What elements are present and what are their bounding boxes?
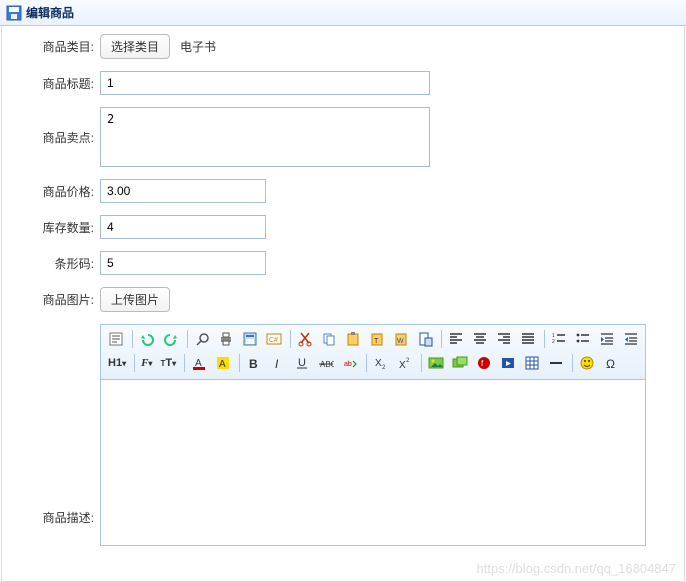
- hr-icon[interactable]: [545, 352, 567, 374]
- media-icon[interactable]: [497, 352, 519, 374]
- align-center-icon[interactable]: [469, 328, 491, 350]
- italic-icon[interactable]: I: [267, 352, 289, 374]
- title-label: 商品标题:: [10, 71, 100, 92]
- barcode-label: 条形码:: [10, 251, 100, 272]
- cut-icon[interactable]: [294, 328, 316, 350]
- abc-icon[interactable]: ab: [339, 352, 361, 374]
- toolbar-separator: [134, 354, 135, 372]
- underline-icon[interactable]: U: [291, 352, 313, 374]
- choose-category-button[interactable]: 选择类目: [100, 34, 170, 59]
- toolbar-separator: [187, 330, 188, 348]
- source-icon[interactable]: [105, 328, 127, 350]
- svg-text:A: A: [219, 359, 226, 370]
- row-desc: 商品描述: C#TW12 H1▾F▾TT▾AABIUABCabX2X2fΩ: [10, 324, 684, 546]
- row-sellpoint: 商品卖点:: [10, 107, 684, 167]
- toolbar-separator: [572, 354, 573, 372]
- price-label: 商品价格:: [10, 179, 100, 200]
- template-icon[interactable]: [239, 328, 261, 350]
- paste-word-icon[interactable]: W: [390, 328, 412, 350]
- unordered-list-icon[interactable]: [572, 328, 594, 350]
- row-price: 商品价格:: [10, 179, 684, 203]
- toolbar-separator: [184, 354, 185, 372]
- image-label: 商品图片:: [10, 287, 100, 308]
- paste-icon[interactable]: [342, 328, 364, 350]
- flash-icon[interactable]: f: [473, 352, 495, 374]
- row-image: 商品图片: 上传图片: [10, 287, 684, 312]
- toolbar-separator: [441, 330, 442, 348]
- bg-color-icon[interactable]: A: [212, 352, 234, 374]
- svg-text:I: I: [275, 357, 279, 371]
- copy-icon[interactable]: [318, 328, 340, 350]
- bold-icon[interactable]: B: [243, 352, 265, 374]
- special-char-icon[interactable]: Ω: [600, 352, 622, 374]
- row-title: 商品标题:: [10, 71, 684, 95]
- font-size-icon[interactable]: TT▾: [157, 352, 179, 374]
- sellpoint-label: 商品卖点:: [10, 107, 100, 146]
- svg-text:Ω: Ω: [606, 357, 615, 371]
- indent-icon[interactable]: [596, 328, 618, 350]
- heading-icon[interactable]: H1▾: [105, 352, 129, 374]
- undo-icon[interactable]: [136, 328, 158, 350]
- table-icon[interactable]: [521, 352, 543, 374]
- svg-text:X: X: [399, 360, 406, 371]
- svg-text:2: 2: [382, 365, 386, 371]
- toolbar-separator: [544, 330, 545, 348]
- row-stock: 库存数量:: [10, 215, 684, 239]
- toolbar-separator: [132, 330, 133, 348]
- sellpoint-textarea[interactable]: [100, 107, 430, 167]
- panel-header: 编辑商品: [0, 0, 686, 26]
- print-icon[interactable]: [215, 328, 237, 350]
- code-icon[interactable]: C#: [263, 328, 285, 350]
- toolbar-separator: [290, 330, 291, 348]
- align-justify-icon[interactable]: [517, 328, 539, 350]
- ordered-list-icon[interactable]: 12: [548, 328, 570, 350]
- row-barcode: 条形码:: [10, 251, 684, 275]
- upload-image-button[interactable]: 上传图片: [100, 287, 170, 312]
- barcode-input[interactable]: [100, 251, 266, 275]
- svg-text:ab: ab: [344, 361, 352, 368]
- rich-text-editor: C#TW12 H1▾F▾TT▾AABIUABCabX2X2fΩ: [100, 324, 646, 546]
- svg-text:C#: C#: [269, 337, 278, 344]
- preview-icon[interactable]: [191, 328, 213, 350]
- svg-text:X: X: [375, 358, 382, 369]
- panel-body: 商品类目: 选择类目 电子书 商品标题: 商品卖点: 商品价格: 库存数量: 条…: [1, 26, 685, 582]
- outdent-icon[interactable]: [620, 328, 642, 350]
- text-color-icon[interactable]: A: [188, 352, 210, 374]
- row-category: 商品类目: 选择类目 电子书: [10, 34, 684, 59]
- align-right-icon[interactable]: [493, 328, 515, 350]
- smiley-icon[interactable]: [576, 352, 598, 374]
- multi-picture-icon[interactable]: [449, 352, 471, 374]
- font-icon[interactable]: F▾: [138, 352, 155, 374]
- toolbar-separator: [239, 354, 240, 372]
- paste-text-icon[interactable]: T: [366, 328, 388, 350]
- svg-text:T: T: [374, 338, 379, 345]
- stock-input[interactable]: [100, 215, 266, 239]
- desc-label: 商品描述:: [10, 345, 100, 526]
- svg-text:W: W: [397, 338, 404, 345]
- editor-toolbar: C#TW12 H1▾F▾TT▾AABIUABCabX2X2fΩ: [101, 325, 645, 380]
- strike-icon[interactable]: ABC: [315, 352, 337, 374]
- watermark-text: https://blog.csdn.net/qq_16804847: [477, 561, 677, 576]
- svg-text:U: U: [298, 357, 306, 369]
- subscript-icon[interactable]: X2: [370, 352, 392, 374]
- panel-title: 编辑商品: [26, 4, 74, 21]
- align-left-icon[interactable]: [445, 328, 467, 350]
- price-input[interactable]: [100, 179, 266, 203]
- insert-file-icon[interactable]: [414, 328, 436, 350]
- stock-label: 库存数量:: [10, 215, 100, 236]
- superscript-icon[interactable]: X2: [394, 352, 416, 374]
- save-icon: [6, 5, 22, 21]
- title-input[interactable]: [100, 71, 430, 95]
- category-value: 电子书: [180, 38, 216, 55]
- toolbar-separator: [421, 354, 422, 372]
- category-label: 商品类目:: [10, 34, 100, 55]
- redo-icon[interactable]: [160, 328, 182, 350]
- editor-content-area[interactable]: [101, 380, 645, 545]
- svg-text:2: 2: [406, 358, 410, 364]
- svg-text:2: 2: [552, 339, 555, 345]
- toolbar-separator: [366, 354, 367, 372]
- picture-icon[interactable]: [425, 352, 447, 374]
- svg-text:B: B: [249, 357, 258, 371]
